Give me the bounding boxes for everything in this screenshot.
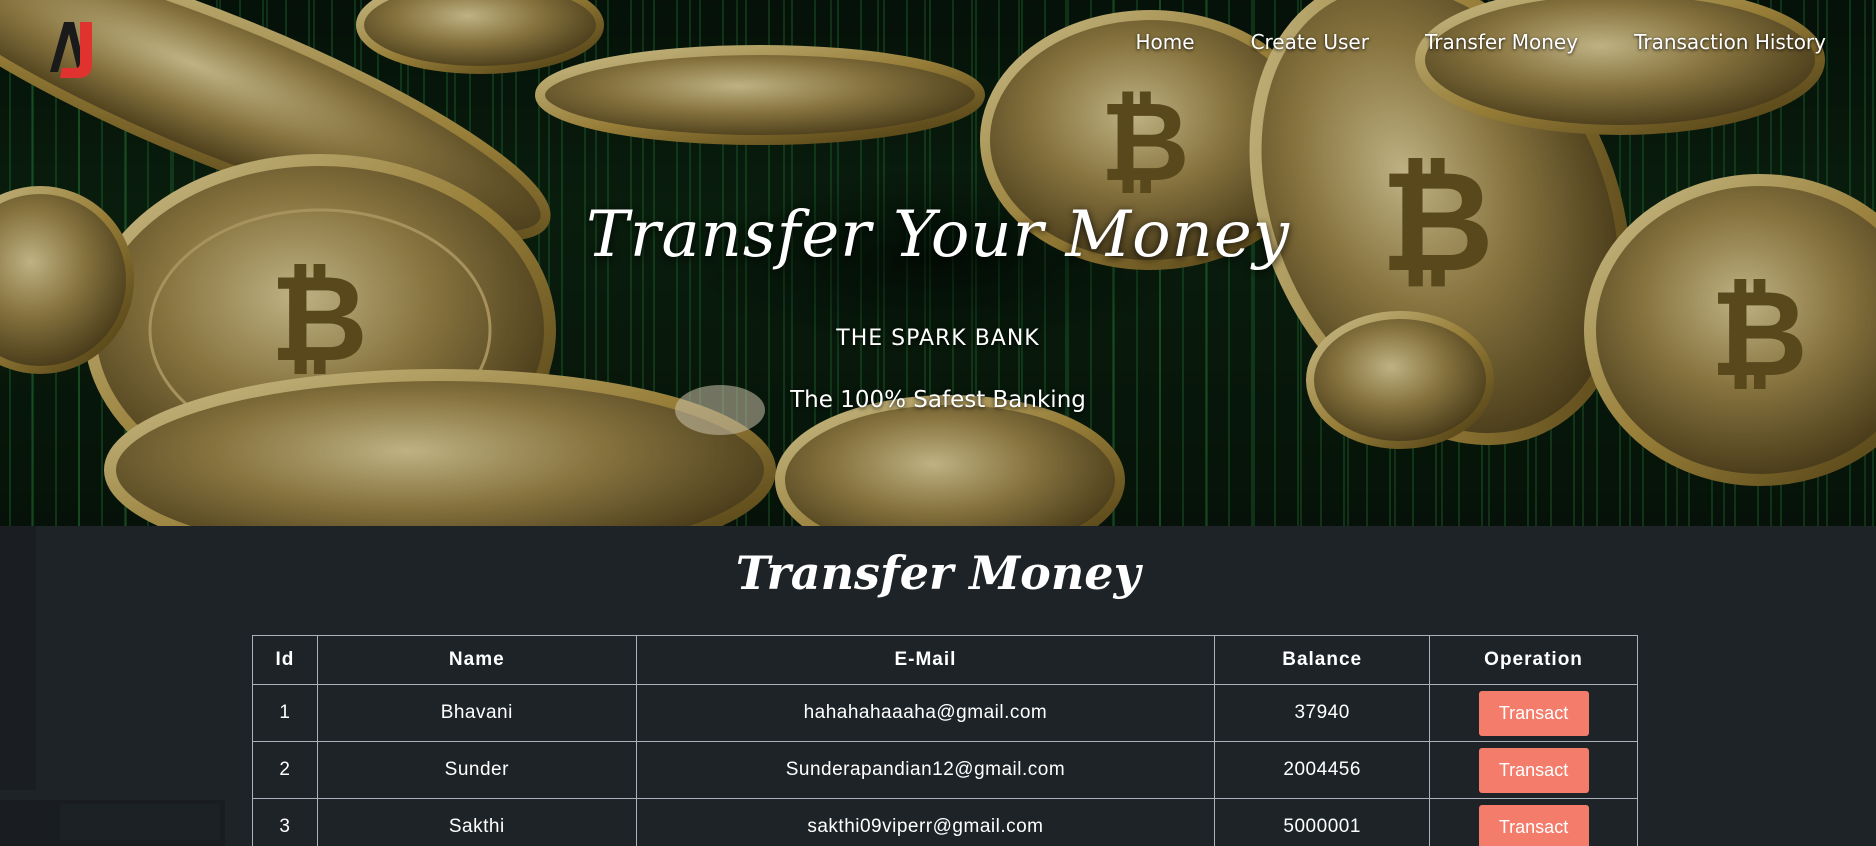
nav-transfer-money-link[interactable]: Transfer Money: [1425, 30, 1578, 54]
cell-operation: Transact: [1429, 798, 1638, 846]
users-table: Id Name E-Mail Balance Operation 1 Bhava…: [252, 635, 1638, 846]
hero-subtitle: THE SPARK BANK: [836, 326, 1040, 351]
table-row: 3 Sakthi sakthi09viperr@gmail.com 500000…: [252, 798, 1638, 846]
cell-balance: 2004456: [1214, 741, 1431, 799]
section-title: Transfer Money: [735, 546, 1141, 600]
side-bottom-panel: [0, 800, 225, 846]
transact-button[interactable]: Transact: [1478, 747, 1589, 793]
nav-transaction-history-link[interactable]: Transaction History: [1634, 30, 1826, 54]
cell-balance: 5000001: [1214, 798, 1431, 846]
aj-logo-icon[interactable]: [40, 14, 96, 82]
cell-id: 1: [252, 684, 318, 742]
header-email: E-Mail: [635, 635, 1216, 685]
cell-email: Sunderapandian12@gmail.com: [635, 741, 1216, 799]
cell-id: 3: [252, 798, 318, 846]
header-operation: Operation: [1429, 635, 1638, 685]
cell-name: Sakthi: [316, 798, 637, 846]
nav-create-user-link[interactable]: Create User: [1251, 30, 1369, 54]
cell-id: 2: [252, 741, 318, 799]
header-name: Name: [316, 635, 637, 685]
cell-name: Bhavani: [316, 684, 637, 742]
table-header-row: Id Name E-Mail Balance Operation: [252, 635, 1638, 685]
cell-balance: 37940: [1214, 684, 1431, 742]
cell-email: sakthi09viperr@gmail.com: [635, 798, 1216, 846]
transact-button[interactable]: Transact: [1478, 804, 1589, 846]
transact-button[interactable]: Transact: [1478, 690, 1589, 736]
hero-tagline: The 100% Safest Banking: [790, 387, 1086, 413]
cell-email: hahahahaaaha@gmail.com: [635, 684, 1216, 742]
table-row: 1 Bhavani hahahahaaaha@gmail.com 37940 T…: [252, 684, 1638, 742]
cell-operation: Transact: [1429, 684, 1638, 742]
cell-name: Sunder: [316, 741, 637, 799]
nav-home-link[interactable]: Home: [1136, 30, 1195, 54]
table-row: 2 Sunder Sunderapandian12@gmail.com 2004…: [252, 741, 1638, 799]
cell-operation: Transact: [1429, 741, 1638, 799]
hero-banner: ₿ ₿ ₿ ₿ Home Create User Transfer Money …: [0, 0, 1876, 526]
side-bottom-block: [60, 804, 220, 840]
header-balance: Balance: [1214, 635, 1431, 685]
header-id: Id: [252, 635, 318, 685]
hero-title: Transfer Your Money: [586, 198, 1290, 272]
main-nav: Home Create User Transfer Money Transact…: [1136, 30, 1827, 54]
